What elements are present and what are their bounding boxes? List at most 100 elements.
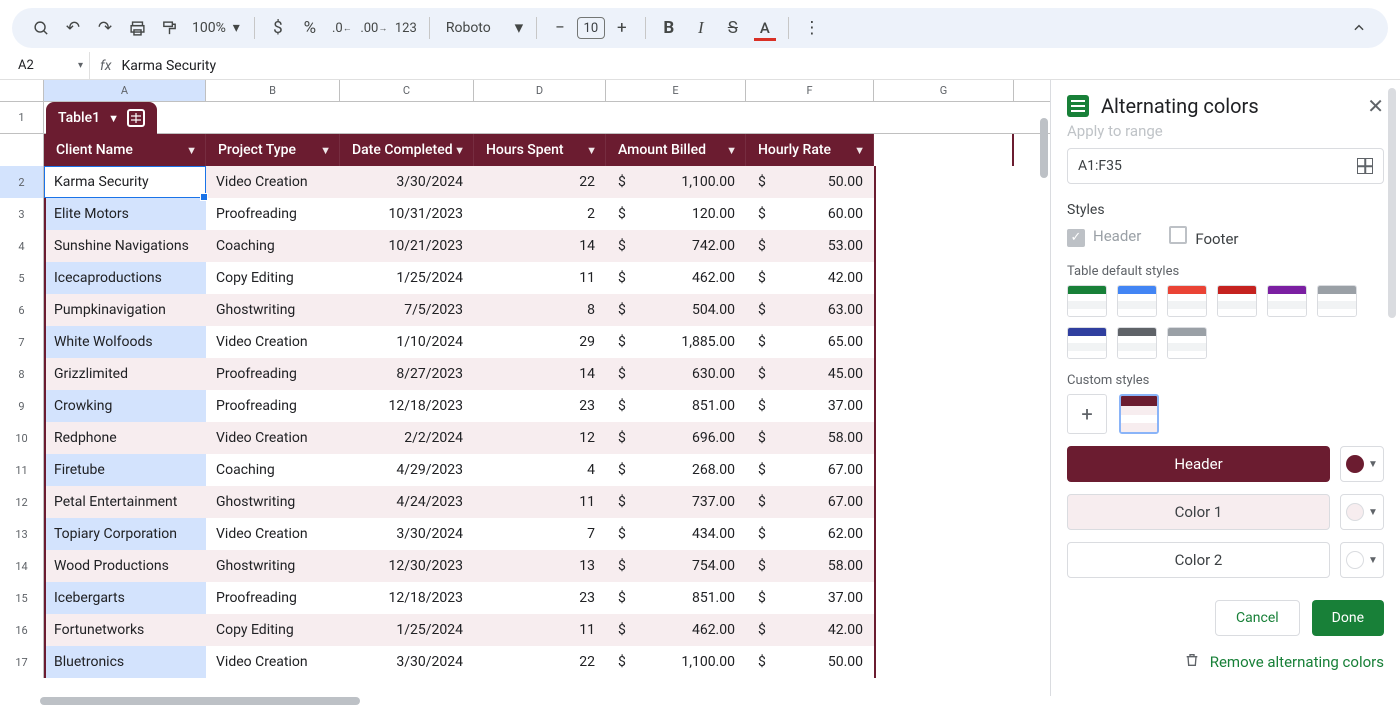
column-header[interactable]: B	[206, 80, 340, 101]
increase-decimal-icon[interactable]: .00→	[359, 13, 389, 43]
empty-cell[interactable]	[874, 518, 1014, 550]
cell[interactable]: $37.00	[746, 390, 874, 422]
column-header[interactable]: G	[874, 80, 1014, 101]
row-header[interactable]: 4	[0, 230, 44, 262]
row-header[interactable]: 8	[0, 358, 44, 390]
cell[interactable]: $1,100.00	[606, 646, 746, 678]
empty-cell[interactable]	[874, 614, 1014, 646]
row-header[interactable]: 9	[0, 390, 44, 422]
select-all-corner[interactable]	[0, 80, 44, 101]
empty-cell[interactable]	[874, 262, 1014, 294]
row-header[interactable]: 2	[0, 166, 44, 198]
cell[interactable]: $1,100.00	[606, 166, 746, 198]
select-range-icon[interactable]	[1357, 158, 1373, 174]
header-color-picker[interactable]: ▼	[1340, 446, 1384, 482]
cell[interactable]: 12/18/2023	[340, 582, 474, 614]
cell[interactable]: $60.00	[746, 198, 874, 230]
custom-style-swatch[interactable]	[1119, 394, 1159, 434]
cell[interactable]: 12	[474, 422, 606, 454]
empty-cell[interactable]	[874, 390, 1014, 422]
row-header[interactable]: 14	[0, 550, 44, 582]
empty-cell[interactable]	[874, 582, 1014, 614]
color2-picker[interactable]: ▼	[1340, 542, 1384, 578]
cell[interactable]: Ghostwriting	[206, 550, 340, 582]
cell[interactable]: 12/18/2023	[340, 390, 474, 422]
cell[interactable]: 2/2/2024	[340, 422, 474, 454]
cell[interactable]: Elite Motors	[44, 198, 206, 230]
empty-cell[interactable]	[874, 166, 1014, 198]
font-dropdown-icon[interactable]: ▾	[510, 13, 528, 43]
cell[interactable]: $53.00	[746, 230, 874, 262]
decrease-decimal-icon[interactable]: .0←	[327, 13, 357, 43]
empty-cell[interactable]	[874, 646, 1014, 678]
cell[interactable]: $42.00	[746, 262, 874, 294]
cell[interactable]: Proofreading	[206, 390, 340, 422]
panel-scrollbar[interactable]	[1388, 88, 1396, 318]
style-swatch[interactable]	[1117, 327, 1157, 359]
empty-cell[interactable]	[874, 198, 1014, 230]
cell[interactable]: Proofreading	[206, 198, 340, 230]
cell[interactable]: $37.00	[746, 582, 874, 614]
cell[interactable]: 7/5/2023	[340, 294, 474, 326]
cell[interactable]: $696.00	[606, 422, 746, 454]
row-header[interactable]: 10	[0, 422, 44, 454]
table-header-cell[interactable]: Date Completed▼	[340, 134, 474, 166]
paint-format-icon[interactable]	[154, 13, 184, 43]
formula-input[interactable]: Karma Security	[121, 58, 216, 74]
cell[interactable]: $504.00	[606, 294, 746, 326]
footer-checkbox[interactable]: Footer	[1169, 226, 1238, 248]
cell[interactable]: Video Creation	[206, 422, 340, 454]
cell[interactable]: Karma Security	[44, 166, 206, 198]
style-swatch[interactable]	[1317, 285, 1357, 317]
font-size-input[interactable]: 10	[577, 17, 605, 39]
row-header[interactable]: 12	[0, 486, 44, 518]
cell[interactable]: Bluetronics	[44, 646, 206, 678]
row-header[interactable]: 1	[0, 102, 44, 133]
column-header[interactable]: A	[44, 80, 206, 101]
cell[interactable]: $42.00	[746, 614, 874, 646]
empty-cell[interactable]	[874, 326, 1014, 358]
cell[interactable]: $50.00	[746, 166, 874, 198]
cell[interactable]: 23	[474, 582, 606, 614]
table-header-cell[interactable]: Amount Billed▼	[606, 134, 746, 166]
empty-cell[interactable]	[874, 294, 1014, 326]
cell[interactable]: 29	[474, 326, 606, 358]
italic-icon[interactable]: I	[686, 13, 716, 43]
table-header-cell[interactable]: Hourly Rate▼	[746, 134, 874, 166]
vertical-scrollbar[interactable]	[1040, 118, 1048, 178]
empty-cell[interactable]	[874, 486, 1014, 518]
percent-icon[interactable]: %	[295, 13, 325, 43]
empty-cell[interactable]	[874, 230, 1014, 262]
cell[interactable]: $63.00	[746, 294, 874, 326]
undo-icon[interactable]: ↶	[58, 13, 88, 43]
column-header[interactable]: D	[474, 80, 606, 101]
cell[interactable]: 4/29/2023	[340, 454, 474, 486]
column-header[interactable]: C	[340, 80, 474, 101]
name-box[interactable]: A2▾	[12, 52, 90, 79]
cell[interactable]: Crowking	[44, 390, 206, 422]
cell[interactable]: Ghostwriting	[206, 294, 340, 326]
cell[interactable]: Grizzlimited	[44, 358, 206, 390]
cancel-button[interactable]: Cancel	[1215, 600, 1300, 636]
style-swatch[interactable]	[1067, 327, 1107, 359]
style-swatch[interactable]	[1167, 285, 1207, 317]
increase-font-icon[interactable]: +	[607, 13, 637, 43]
cell[interactable]: Video Creation	[206, 646, 340, 678]
row-header[interactable]: 7	[0, 326, 44, 358]
done-button[interactable]: Done	[1312, 600, 1384, 636]
cell[interactable]: Coaching	[206, 230, 340, 262]
spreadsheet-grid[interactable]: A B C D E F G 1 Table1 ▼ Client Name▼ Pr…	[0, 80, 1050, 696]
style-swatch[interactable]	[1117, 285, 1157, 317]
close-icon[interactable]: ✕	[1367, 94, 1384, 118]
style-swatch[interactable]	[1217, 285, 1257, 317]
cell[interactable]: 10/31/2023	[340, 198, 474, 230]
font-select[interactable]: Roboto	[438, 20, 508, 36]
cell[interactable]: $50.00	[746, 646, 874, 678]
cell[interactable]: 8	[474, 294, 606, 326]
cell[interactable]: Firetube	[44, 454, 206, 486]
cell[interactable]: $45.00	[746, 358, 874, 390]
cell[interactable]: Icecaproductions	[44, 262, 206, 294]
cell[interactable]: Video Creation	[206, 518, 340, 550]
strikethrough-icon[interactable]: S	[718, 13, 748, 43]
column-header[interactable]: E	[606, 80, 746, 101]
